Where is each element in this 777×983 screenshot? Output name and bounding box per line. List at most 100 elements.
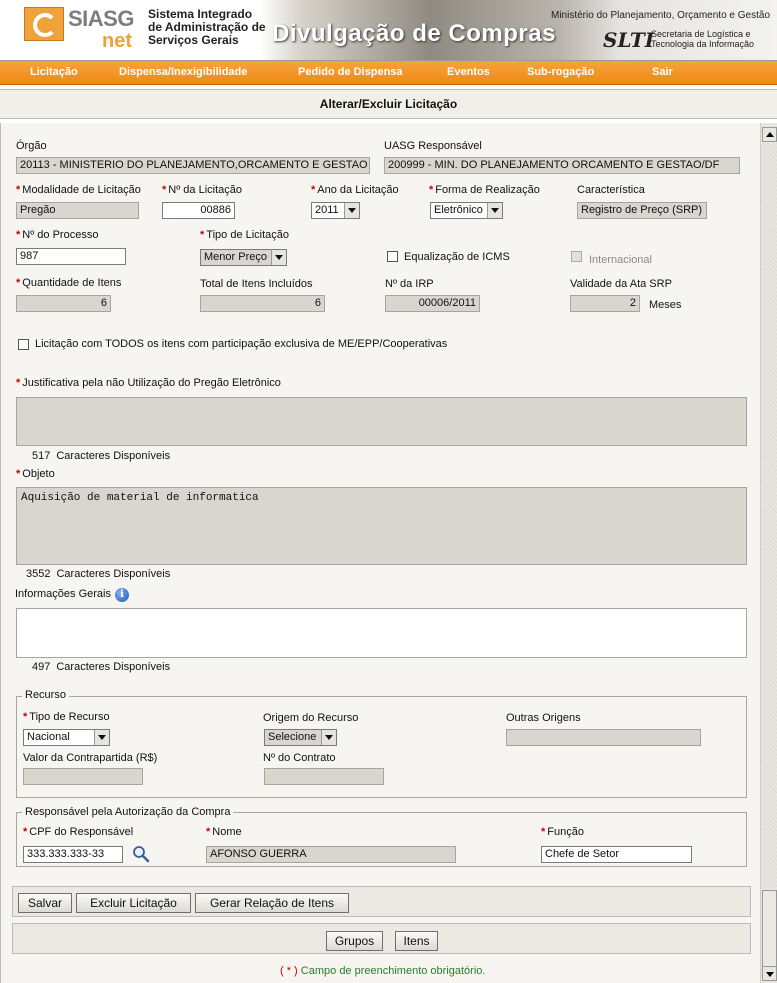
numero-processo-input[interactable]: 987 <box>16 248 126 265</box>
salvar-button[interactable]: Salvar <box>18 893 72 913</box>
header-banner: SIASG net Sistema Integrado de Administr… <box>0 0 777 61</box>
numero-licitacao-input[interactable]: 00886 <box>162 202 235 219</box>
itens-button[interactable]: Itens <box>395 931 438 951</box>
ministry-name: Ministério do Planejamento, Orçamento e … <box>551 10 770 21</box>
tipo-licitacao-value: Menor Preço <box>204 251 267 263</box>
excluir-licitacao-button[interactable]: Excluir Licitação <box>76 893 191 913</box>
responsavel-legend: Responsável pela Autorização da Compra <box>22 806 234 818</box>
dropdown-arrow-icon <box>271 250 286 265</box>
objeto-counter: 3552 Caracteres Disponíveis <box>26 568 170 580</box>
quantidade-itens-label-text: Quantidade de Itens <box>22 277 122 289</box>
cpf-label: * CPF do Responsável <box>23 826 133 838</box>
origem-recurso-select[interactable]: Selecione <box>264 729 337 746</box>
justificativa-remaining: 517 <box>32 450 51 462</box>
forma-realizacao-label: * Forma de Realização <box>429 184 540 196</box>
internacional-checkbox[interactable] <box>571 251 582 262</box>
modalidade-label: * Modalidade de Licitação <box>16 184 141 196</box>
objeto-label-text: Objeto <box>22 468 55 480</box>
modalidade-field: Pregão <box>16 202 139 219</box>
nome-field: AFONSO GUERRA <box>206 846 456 863</box>
total-itens-label: Total de Itens Incluídos <box>200 278 313 290</box>
info-icon[interactable]: i <box>115 588 129 602</box>
required-mark: * <box>23 711 28 723</box>
justificativa-textarea[interactable] <box>16 397 747 446</box>
uasg-label: UASG Responsável <box>384 140 482 152</box>
menu-item-licitacao[interactable]: Licitação <box>30 66 78 78</box>
counter-label: Caracteres Disponíveis <box>56 450 171 462</box>
tipo-recurso-label-text: Tipo de Recurso <box>29 711 110 723</box>
action-bar: Salvar Excluir Licitação Gerar Relação d… <box>12 886 751 917</box>
siasg-logo-icon <box>24 7 64 41</box>
cpf-input[interactable]: 333.333.333-33 <box>23 846 123 863</box>
tipo-recurso-select[interactable]: Nacional <box>23 729 110 746</box>
equalizacao-icms-checkbox[interactable] <box>387 251 398 262</box>
justificativa-label-text: Justificativa pela não Utilização do Pre… <box>22 377 281 389</box>
slti-logo: SLTI <box>603 28 655 52</box>
objeto-textarea[interactable]: Aquisição de material de informatica <box>16 487 747 565</box>
navigation-bar: Grupos Itens <box>12 923 751 954</box>
scroll-up-icon[interactable] <box>762 127 777 142</box>
outras-origens-label: Outras Origens <box>506 712 581 724</box>
numero-licitacao-label: * Nº da Licitação <box>162 184 242 196</box>
logo-net-text: net <box>102 30 132 52</box>
quantidade-itens-label: * Quantidade de Itens <box>16 277 121 289</box>
valor-contrapartida-label: Valor da Contrapartida (R$) <box>23 752 158 764</box>
recurso-legend: Recurso <box>22 689 69 701</box>
scrollbar-thumb[interactable] <box>762 890 777 968</box>
scroll-down-icon[interactable] <box>762 966 777 981</box>
dropdown-arrow-icon <box>94 730 109 745</box>
forma-realizacao-select[interactable]: Eletrônico <box>430 202 503 219</box>
objeto-label: * Objeto <box>16 468 55 480</box>
numero-processo-label-text: Nº do Processo <box>22 229 99 241</box>
funcao-label-text: Função <box>547 826 584 838</box>
quantidade-itens-field: 6 <box>16 295 111 312</box>
justificativa-counter: 517 Caracteres Disponíveis <box>32 450 170 462</box>
informacoes-gerais-counter: 497 Caracteres Disponíveis <box>32 661 170 673</box>
menu-item-eventos[interactable]: Eventos <box>447 66 490 78</box>
tipo-recurso-label: * Tipo de Recurso <box>23 711 110 723</box>
grupos-button[interactable]: Grupos <box>326 931 383 951</box>
tipo-licitacao-label-text: Tipo de Licitação <box>206 229 290 241</box>
funcao-input[interactable]: Chefe de Setor <box>541 846 692 863</box>
orgao-field: 20113 - MINISTERIO DO PLANEJAMENTO,ORCAM… <box>16 157 370 174</box>
valor-contrapartida-field <box>23 768 143 785</box>
objeto-remaining: 3552 <box>26 568 51 580</box>
required-mark: * <box>16 277 21 289</box>
exclusiva-me-checkbox[interactable] <box>18 339 29 350</box>
dropdown-arrow-icon <box>321 730 336 745</box>
forma-realizacao-label-text: Forma de Realização <box>435 184 540 196</box>
cpf-label-text: CPF do Responsável <box>29 826 134 838</box>
gerar-relacao-itens-button[interactable]: Gerar Relação de Itens <box>195 893 349 913</box>
vertical-scrollbar[interactable] <box>760 123 777 983</box>
menu-item-sair[interactable]: Sair <box>652 66 673 78</box>
required-mark: * <box>311 184 316 196</box>
required-mark: * <box>23 826 28 838</box>
total-itens-field: 6 <box>200 295 325 312</box>
nome-label-text: Nome <box>212 826 242 838</box>
form-area: Órgão 20113 - MINISTERIO DO PLANEJAMENTO… <box>0 123 760 983</box>
informacoes-gerais-textarea[interactable] <box>16 608 747 658</box>
logo-siasg-text: SIASG <box>68 6 134 31</box>
counter-label: Caracteres Disponíveis <box>56 568 171 580</box>
funcao-label: * Função <box>541 826 584 838</box>
scrollbar-track <box>761 143 777 888</box>
orgao-label: Órgão <box>16 140 47 152</box>
menu-item-pedido-dispensa[interactable]: Pedido de Dispensa <box>298 66 403 78</box>
numero-contrato-label: Nº do Contrato <box>263 752 336 764</box>
ano-licitacao-select[interactable]: 2011 <box>311 202 360 219</box>
required-mark: * <box>541 826 546 838</box>
informacoes-gerais-label: Informações Gerais <box>15 588 111 600</box>
exclusiva-me-label: Licitação com TODOS os itens com partici… <box>35 338 448 350</box>
required-note-star: ( * ) <box>280 965 298 977</box>
menu-item-sub-rogacao[interactable]: Sub-rogação <box>527 66 594 78</box>
caracteristica-field: Registro de Preço (SRP) <box>577 202 707 219</box>
dropdown-arrow-icon <box>344 203 359 218</box>
tipo-licitacao-select[interactable]: Menor Preço <box>200 249 287 266</box>
required-mark: * <box>16 229 21 241</box>
search-icon[interactable] <box>132 845 150 863</box>
numero-processo-label: * Nº do Processo <box>16 229 98 241</box>
menu-item-dispensa[interactable]: Dispensa/Inexigibilidade <box>119 66 247 78</box>
counter-label: Caracteres Disponíveis <box>56 661 171 673</box>
informacoes-gerais-remaining: 497 <box>32 661 51 673</box>
system-title: Sistema Integrado de Administração de Se… <box>148 7 266 47</box>
